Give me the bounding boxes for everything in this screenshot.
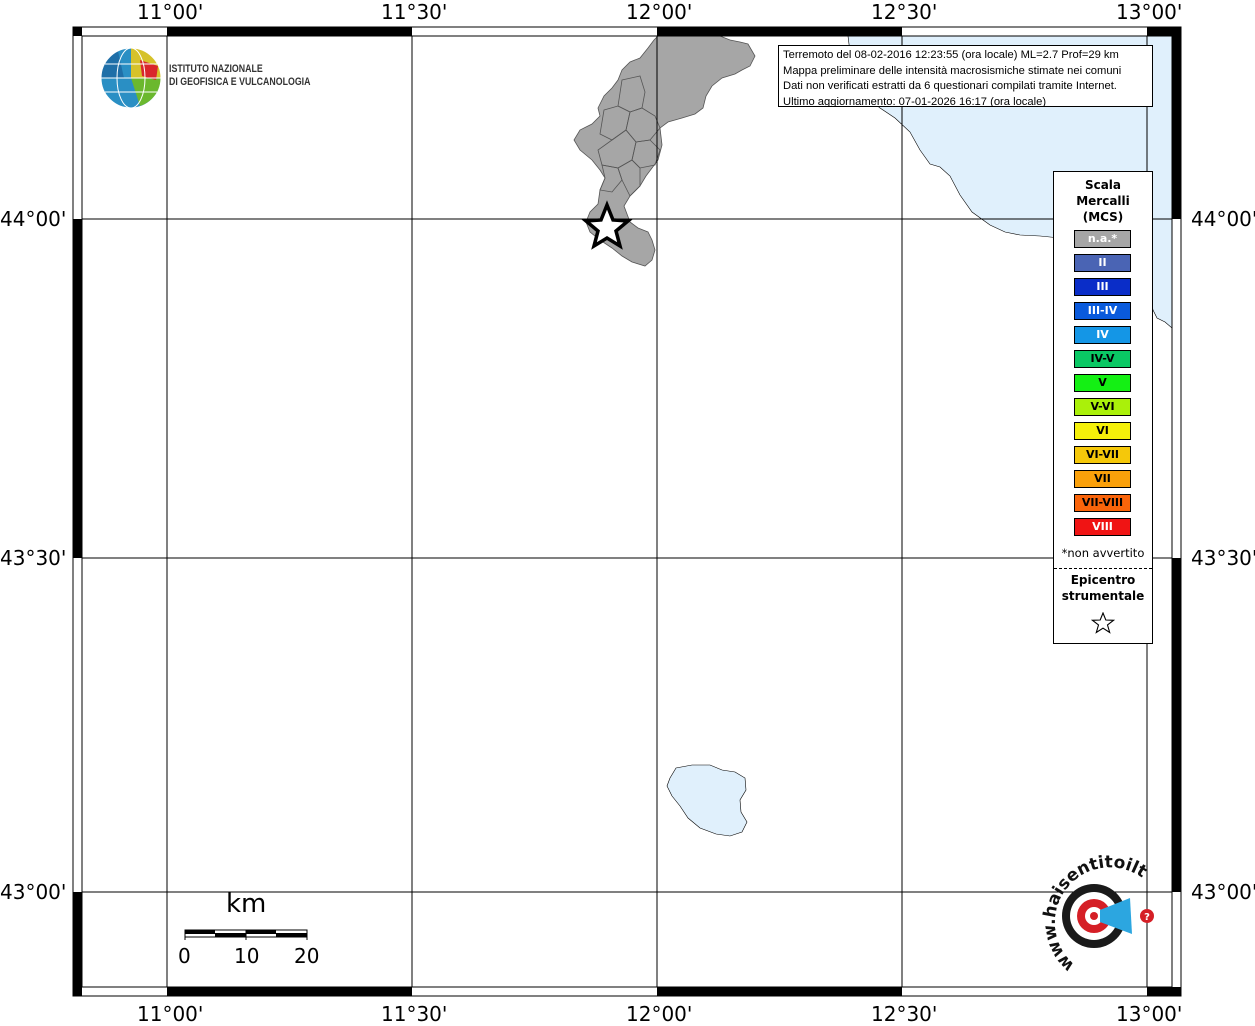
lon-label-top-1: 11°00' bbox=[137, 0, 204, 24]
lon-label-top-2: 11°30' bbox=[381, 0, 448, 24]
event-info-line2: Mappa preliminare delle intensità macros… bbox=[783, 64, 1122, 77]
legend-swatch-3: III bbox=[1074, 278, 1131, 296]
event-info-line1: Terremoto del 08-02-2016 12:23:55 (ora l… bbox=[783, 49, 1119, 61]
lon-label-top-4: 12°30' bbox=[871, 0, 938, 24]
lat-label-right-3: 43°00' bbox=[1191, 880, 1255, 904]
institute-name-line1: ISTITUTO NAZIONALE bbox=[169, 63, 263, 75]
lat-label-left-3: 43°00' bbox=[0, 880, 67, 904]
legend-title-line3: (MCS) bbox=[1082, 210, 1124, 224]
lon-label-bottom-2: 11°30' bbox=[381, 1002, 448, 1026]
lon-label-bottom-1: 11°00' bbox=[137, 1002, 204, 1026]
lon-label-bottom-3: 12°00' bbox=[626, 1002, 693, 1026]
lat-label-left-2: 43°30' bbox=[0, 546, 67, 570]
lon-label-bottom-4: 12°30' bbox=[871, 1002, 938, 1026]
legend-separator bbox=[1054, 568, 1152, 569]
legend-title-line1: Scala bbox=[1084, 178, 1122, 192]
scale-bar-tick-20: 20 bbox=[294, 944, 320, 968]
legend-swatch-9: VI bbox=[1074, 422, 1131, 440]
legend-swatch-7: V bbox=[1074, 374, 1131, 392]
event-info-box: Terremoto del 08-02-2016 12:23:55 (ora l… bbox=[778, 45, 1153, 107]
lat-label-right-1: 44°00' bbox=[1191, 207, 1255, 231]
lon-label-top-3: 12°00' bbox=[626, 0, 693, 24]
lon-label-top-5: 13°00' bbox=[1116, 0, 1183, 24]
institute-name-line2: DI GEOFISICA E VULCANOLOGIA bbox=[169, 76, 311, 88]
legend-swatch-6: IV-V bbox=[1074, 350, 1131, 368]
lake-trasimeno bbox=[666, 764, 748, 837]
legend-title-line2: Mercalli bbox=[1076, 194, 1130, 208]
event-info-line4: Ultimo aggiornamento: 07-01-2026 16:17 (… bbox=[783, 95, 1047, 107]
legend-swatch-5: IV bbox=[1074, 326, 1131, 344]
lat-label-right-2: 43°30' bbox=[1191, 546, 1255, 570]
svg-text:?: ? bbox=[1144, 912, 1150, 923]
legend-swatch-12: VII-VIII bbox=[1074, 494, 1131, 512]
legend-swatch-10: VI-VII bbox=[1074, 446, 1131, 464]
scale-bar-tick-0: 0 bbox=[178, 944, 191, 968]
legend-swatch-2: II bbox=[1074, 254, 1131, 272]
lon-label-bottom-5: 13°00' bbox=[1116, 1002, 1183, 1026]
legend-swatch-1: n.a.* bbox=[1074, 230, 1131, 248]
scale-bar-tick-10: 10 bbox=[234, 944, 260, 968]
event-info-line3: Dati non verificati estratti da 6 questi… bbox=[783, 80, 1117, 92]
legend-title: Scala Mercalli (MCS) bbox=[1054, 177, 1152, 225]
epicentre-legend-title: Epicentro strumentale bbox=[1054, 572, 1152, 604]
legend-swatch-8: V-VI bbox=[1074, 398, 1131, 416]
lat-label-left-1: 44°00' bbox=[0, 207, 67, 231]
legend-swatch-4: III-IV bbox=[1074, 302, 1131, 320]
epicentre-legend-line2: strumentale bbox=[1061, 589, 1145, 603]
legend-swatch-13: VIII bbox=[1074, 518, 1131, 536]
epicentre-legend-line1: Epicentro bbox=[1070, 573, 1136, 587]
institute-name: ISTITUTO NAZIONALE DI GEOFISICA E VULCAN… bbox=[169, 63, 310, 89]
mcs-legend: Scala Mercalli (MCS) n.a.* II III III-IV IV I… bbox=[1053, 171, 1153, 644]
scale-bar bbox=[184, 929, 308, 940]
scale-bar-unit: km bbox=[226, 889, 267, 919]
legend-swatch-11: VII bbox=[1074, 470, 1131, 488]
legend-note: *non avvertito bbox=[1061, 546, 1145, 560]
ingv-globe-logo bbox=[100, 47, 162, 109]
star-outline-icon bbox=[1091, 612, 1115, 634]
